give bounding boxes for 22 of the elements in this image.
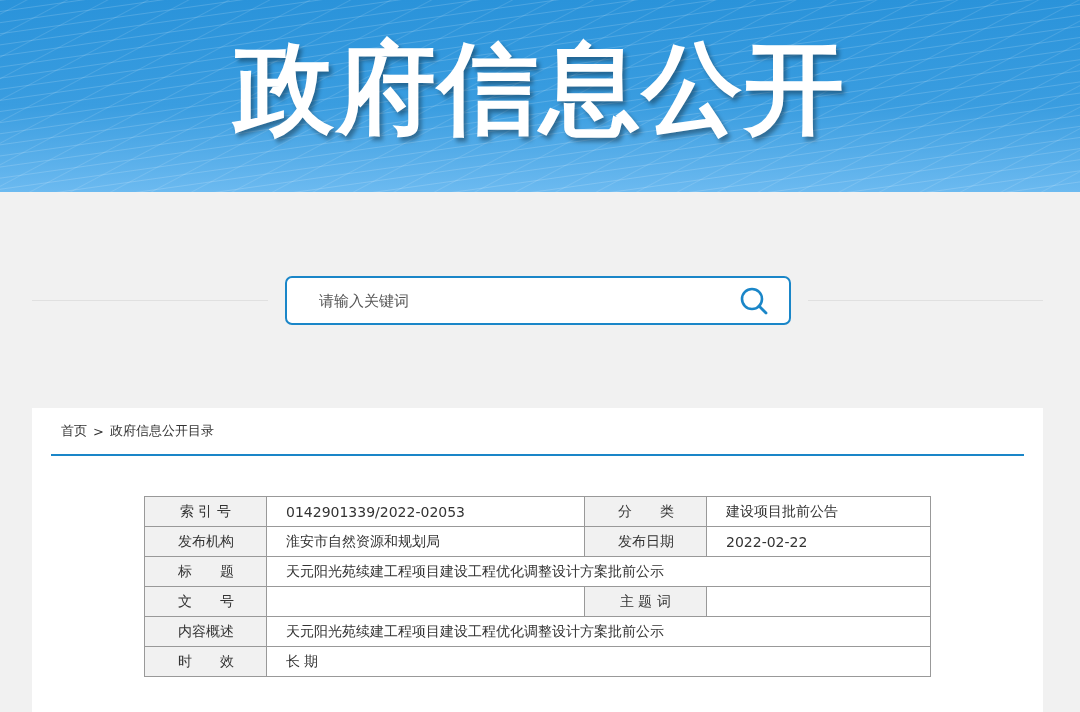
field-value: 长 期 [266,646,931,677]
field-label: 文 号 [144,586,267,617]
field-label: 时 效 [144,646,267,677]
search-field[interactable]: 请输入关键词 [284,276,791,325]
breadcrumb-link[interactable]: 首页 [61,422,87,440]
field-value: 0142901339/2022-02053 [266,496,585,527]
field-value: 天元阳光苑续建工程项目建设工程优化调整设计方案批前公示 [266,616,931,647]
breadcrumb-link[interactable]: 政府信息公开目录 [109,422,214,440]
field-label: 标 题 [144,556,267,587]
field-label: 内容概述 [144,616,267,647]
field-label: 索 引 号 [144,496,267,527]
page-title: 政府信息公开 [234,28,846,149]
field-value: 建设项目批前公告 [706,496,931,527]
field-label: 主 题 词 [584,586,707,617]
breadcrumb-separator: > [93,423,104,439]
field-label: 发布日期 [584,526,707,557]
field-label: 分 类 [584,496,707,527]
field-value: 淮安市自然资源和规划局 [266,526,585,557]
field-label: 发布机构 [144,526,267,557]
search-icon[interactable] [738,286,769,316]
field-value: 2022-02-22 [706,526,931,557]
field-value: 天元阳光苑续建工程项目建设工程优化调整设计方案批前公示 [266,556,931,587]
